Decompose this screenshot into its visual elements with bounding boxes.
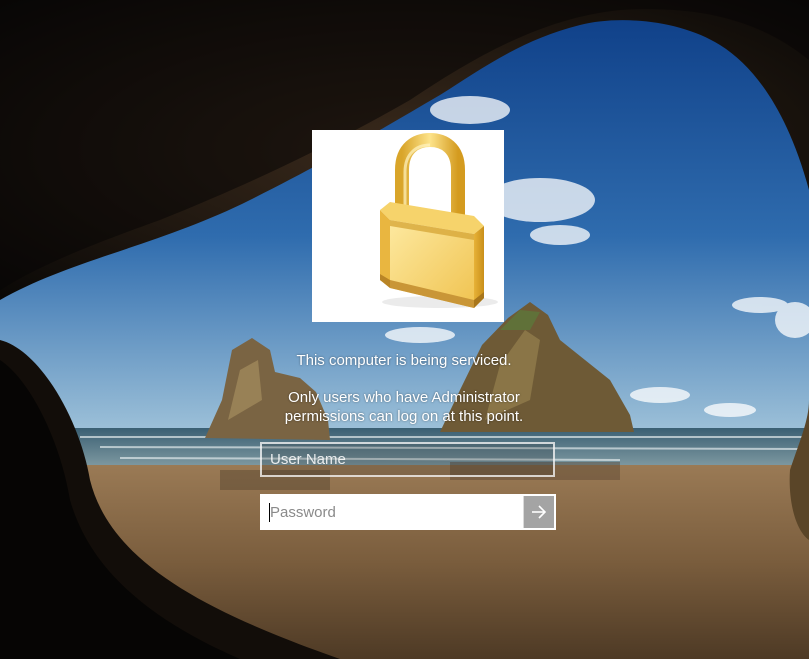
admin-only-message-line1: Only users who have Administrator — [288, 389, 520, 406]
text-cursor — [269, 503, 270, 522]
password-input[interactable] — [262, 496, 524, 528]
login-panel: This computer is being serviced. Only us… — [0, 0, 809, 659]
service-message: This computer is being serviced. — [296, 352, 512, 369]
admin-only-message: Only users who have Administrator permis… — [204, 388, 604, 426]
lock-screen: This computer is being serviced. Only us… — [0, 0, 809, 659]
padlock-icon — [380, 132, 498, 308]
admin-only-message-line2: permissions can log on at this point. — [284, 408, 524, 425]
arrow-right-icon — [532, 505, 547, 519]
username-field[interactable] — [260, 442, 555, 477]
password-field[interactable] — [260, 494, 556, 530]
lock-tile — [312, 130, 504, 322]
username-input[interactable] — [262, 444, 553, 475]
submit-button[interactable] — [523, 496, 554, 528]
